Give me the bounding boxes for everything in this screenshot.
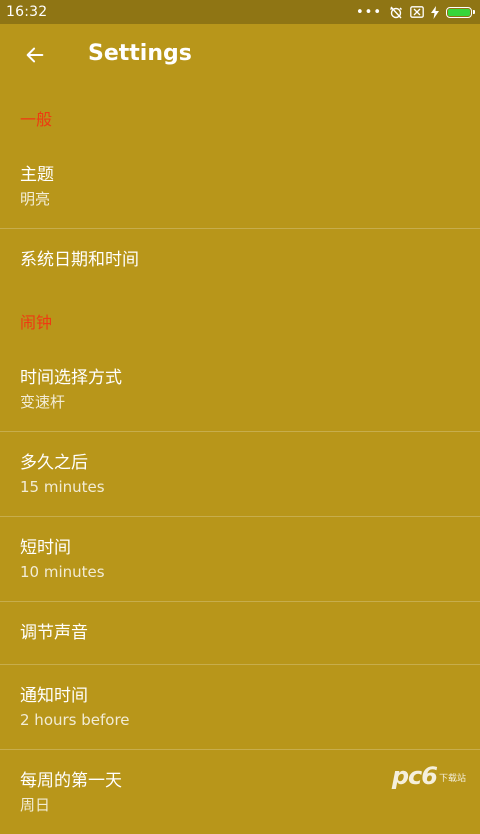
alarm-off-icon — [389, 5, 403, 19]
page-title: Settings — [88, 41, 192, 66]
arrow-back-icon — [26, 47, 44, 63]
watermark-text: pc6 — [391, 762, 438, 790]
battery-level-fill — [448, 8, 470, 16]
pref-notification-time[interactable]: 通知时间 2 hours before — [0, 665, 480, 749]
pref-summary: 明亮 — [20, 189, 51, 208]
section-header-general: 一般 — [20, 110, 53, 129]
pref-title: 通知时间 — [20, 685, 88, 706]
pref-summary: 2 hours before — [20, 710, 130, 729]
status-icons: ••• — [355, 4, 475, 20]
pref-adjust-volume[interactable]: 调节声音 — [0, 602, 480, 664]
sim-off-icon — [410, 6, 424, 18]
charging-icon — [431, 5, 439, 19]
pref-summary: 15 minutes — [20, 477, 105, 496]
status-time: 16:32 — [6, 4, 48, 20]
pref-title: 多久之后 — [20, 452, 88, 473]
pc6-watermark-logo: pc6 下载站 — [392, 762, 466, 790]
status-bar: 16:32 ••• — [0, 0, 480, 24]
watermark-sub: 下载站 — [438, 774, 466, 784]
pref-title: 调节声音 — [20, 623, 88, 643]
more-dots-icon: ••• — [355, 4, 382, 20]
pref-summary: 10 minutes — [20, 562, 105, 581]
pref-title: 系统日期和时间 — [20, 250, 139, 270]
pref-title: 主题 — [20, 164, 54, 185]
pref-theme[interactable]: 主题 明亮 — [0, 144, 480, 228]
section-header-alarm: 闹钟 — [20, 313, 53, 332]
pref-system-date-time[interactable]: 系统日期和时间 — [0, 229, 480, 291]
app-bar: Settings — [0, 24, 480, 88]
pref-title: 时间选择方式 — [20, 367, 122, 388]
pref-summary: 变速杆 — [20, 392, 66, 411]
pref-snooze-after[interactable]: 多久之后 15 minutes — [0, 432, 480, 516]
back-button[interactable] — [18, 38, 52, 72]
pref-title: 短时间 — [20, 537, 71, 558]
pref-short-time[interactable]: 短时间 10 minutes — [0, 517, 480, 601]
battery-icon — [446, 6, 475, 18]
pref-time-picker-mode[interactable]: 时间选择方式 变速杆 — [0, 347, 480, 431]
settings-list: 一般 主题 明亮 系统日期和时间 闹钟 时间选择方式 变速杆 多久之后 15 m… — [0, 88, 480, 834]
pref-summary: 周日 — [20, 795, 51, 814]
